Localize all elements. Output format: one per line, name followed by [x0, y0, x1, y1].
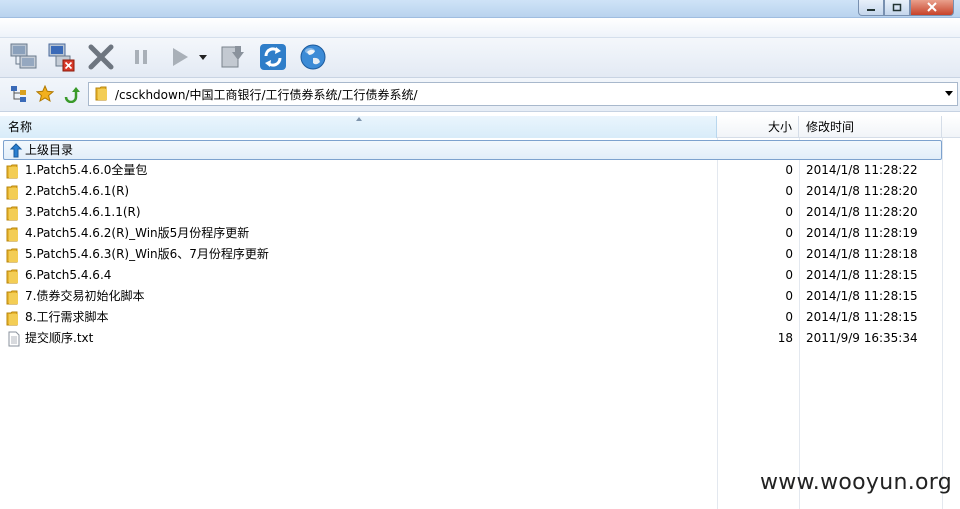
abort-icon [86, 42, 116, 75]
address-path: /csckhdown/中国工商银行/工行债券系统/工行债券系统/ [115, 87, 418, 102]
window-controls [858, 0, 954, 16]
file-date: 2014/1/8 11:28:18 [806, 247, 918, 261]
parent-directory-label: 上级目录 [25, 143, 74, 157]
favorites-button[interactable] [35, 84, 55, 106]
parent-directory-row[interactable]: 上级目录 [3, 140, 942, 160]
watermark: www.wooyun.org [759, 470, 952, 495]
list-item[interactable]: 5.Patch5.4.6.3(R)_Win版6、7月份程序更新 0 2014/1… [0, 244, 960, 265]
folder-icon [6, 247, 22, 263]
folder-icon [95, 85, 109, 104]
column-date-header[interactable]: 修改时间 [799, 116, 942, 138]
parent-directory-icon [8, 143, 24, 158]
list-item[interactable]: 7.债券交易初始化脚本 0 2014/1/8 11:28:15 [0, 286, 960, 307]
column-header: 名称 大小 修改时间 [0, 116, 960, 138]
disconnect-button[interactable] [44, 41, 78, 75]
folder-icon [6, 184, 22, 200]
list-item[interactable]: 4.Patch5.4.6.2(R)_Win版5月份程序更新 0 2014/1/8… [0, 223, 960, 244]
column-size-header[interactable]: 大小 [717, 116, 799, 138]
file-date: 2014/1/8 11:28:22 [806, 163, 918, 177]
folder-icon [6, 163, 22, 179]
tree-view-button[interactable] [9, 85, 29, 105]
file-size: 18 [777, 331, 793, 345]
toolbar [0, 38, 960, 78]
maximize-icon [892, 1, 902, 15]
title-bar [0, 0, 960, 18]
file-size: 0 [785, 205, 793, 219]
sort-ascending-icon [356, 117, 362, 121]
tree-view-icon [10, 85, 28, 106]
list-item[interactable]: 6.Patch5.4.6.4 0 2014/1/8 11:28:15 [0, 265, 960, 286]
minimize-button[interactable] [858, 0, 884, 16]
file-date: 2014/1/8 11:28:15 [806, 310, 918, 324]
play-button[interactable] [162, 41, 196, 75]
file-size: 0 [785, 268, 793, 282]
file-size: 0 [785, 226, 793, 240]
folder-icon [6, 226, 22, 242]
file-name: 6.Patch5.4.6.4 [25, 268, 112, 282]
address-dropdown-icon[interactable] [945, 91, 953, 96]
file-name: 2.Patch5.4.6.1(R) [25, 184, 130, 198]
go-up-icon [62, 85, 80, 106]
pause-icon [126, 42, 156, 75]
play-icon [164, 42, 194, 75]
file-size: 0 [785, 163, 793, 177]
minimize-icon [866, 1, 876, 15]
list-item[interactable]: 8.工行需求脚本 0 2014/1/8 11:28:15 [0, 307, 960, 328]
list-item[interactable]: 2.Patch5.4.6.1(R) 0 2014/1/8 11:28:20 [0, 181, 960, 202]
file-size: 0 [785, 184, 793, 198]
folder-icon [6, 268, 22, 284]
play-dropdown-icon [198, 51, 208, 65]
refresh-icon [258, 42, 288, 75]
folder-icon [6, 289, 22, 305]
maximize-button[interactable] [884, 0, 910, 16]
file-date: 2011/9/9 16:35:34 [806, 331, 918, 345]
connect-button[interactable] [6, 41, 40, 75]
file-date: 2014/1/8 11:28:19 [806, 226, 918, 240]
file-name: 3.Patch5.4.6.1.1(R) [25, 205, 141, 219]
folder-icon [6, 205, 22, 221]
close-button[interactable] [910, 0, 954, 16]
list-item[interactable]: 提交顺序.txt 18 2011/9/9 16:35:34 [0, 328, 960, 349]
folder-icon [6, 310, 22, 326]
transfer-icon [218, 42, 248, 75]
play-dropdown-button[interactable] [195, 41, 211, 75]
abort-button[interactable] [84, 41, 118, 75]
file-size: 0 [785, 247, 793, 261]
file-date: 2014/1/8 11:28:15 [806, 268, 918, 282]
browser-button[interactable] [296, 41, 330, 75]
list-item[interactable]: 1.Patch5.4.6.0全量包 0 2014/1/8 11:28:22 [0, 160, 960, 181]
file-size: 0 [785, 289, 793, 303]
file-name: 7.债券交易初始化脚本 [25, 289, 145, 303]
file-name: 5.Patch5.4.6.3(R)_Win版6、7月份程序更新 [25, 247, 269, 261]
go-up-button[interactable] [61, 85, 81, 105]
text-file-icon [6, 331, 22, 347]
file-name: 4.Patch5.4.6.2(R)_Win版5月份程序更新 [25, 226, 250, 240]
file-name: 提交顺序.txt [25, 331, 94, 345]
address-input[interactable]: /csckhdown/中国工商银行/工行债券系统/工行债券系统/ [88, 82, 958, 106]
file-size: 0 [785, 310, 793, 324]
refresh-button[interactable] [256, 41, 290, 75]
disconnect-icon [46, 42, 76, 75]
file-list: 上级目录 1.Patch5.4.6.0全量包 0 2014/1/8 11:28:… [0, 140, 960, 349]
file-date: 2014/1/8 11:28:20 [806, 205, 918, 219]
pause-button[interactable] [124, 41, 158, 75]
transfer-button[interactable] [216, 41, 250, 75]
browser-icon [298, 42, 328, 75]
file-name: 8.工行需求脚本 [25, 310, 109, 324]
file-date: 2014/1/8 11:28:20 [806, 184, 918, 198]
file-name: 1.Patch5.4.6.0全量包 [25, 163, 148, 177]
connect-icon [8, 42, 38, 75]
address-bar: /csckhdown/中国工商银行/工行债券系统/工行债券系统/ [0, 78, 960, 112]
list-item[interactable]: 3.Patch5.4.6.1.1(R) 0 2014/1/8 11:28:20 [0, 202, 960, 223]
menu-bar [0, 18, 960, 38]
favorites-star-icon [35, 84, 55, 106]
close-icon [927, 1, 937, 15]
file-date: 2014/1/8 11:28:15 [806, 289, 918, 303]
